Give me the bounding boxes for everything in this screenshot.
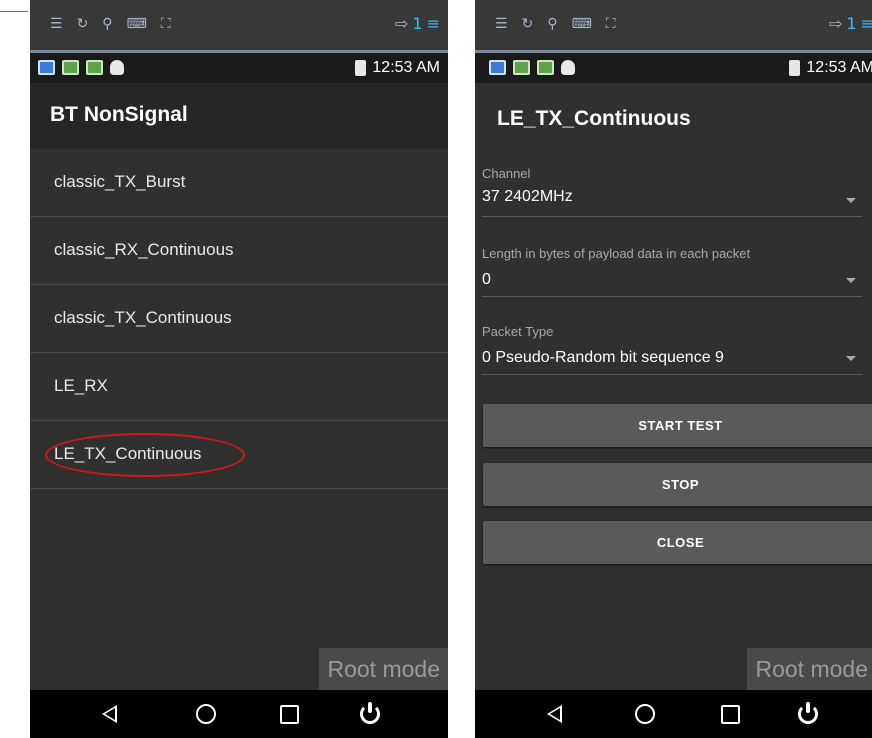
toolbar-right: ⇨ 1 ≡ [829,14,872,34]
screen-gap [448,0,475,738]
sync-icon[interactable]: ↻ [522,14,534,34]
fullscreen-icon[interactable]: ⛶ [606,14,616,34]
chevron-down-icon [846,198,856,203]
list-item-le-tx-continuous[interactable]: LE_TX_Continuous [30,421,448,489]
more-menu-icon[interactable]: ≡ [427,14,440,33]
android-notification-icon [537,60,554,75]
page-title: LE_TX_Continuous [497,107,691,130]
time-text: 12:53 AM [806,59,872,76]
list-item[interactable]: classic_RX_Continuous [30,217,448,285]
cat-notification-icon [110,60,124,75]
status-clock: 12:53 AM [355,58,440,78]
list-item[interactable]: classic_TX_Continuous [30,285,448,353]
packet-type-value: 0 Pseudo-Random bit sequence 9 [482,349,724,366]
sync-icon[interactable]: ↻ [77,14,89,34]
android-notification-icon [62,60,79,75]
android-notification-icon [513,60,530,75]
toolbar-icons: ☰ ↻ ⚲ ⌨ ⛶ [495,14,616,34]
fullscreen-icon[interactable]: ⛶ [161,14,171,34]
power-icon[interactable] [360,702,382,724]
start-test-button[interactable]: START TEST [483,404,872,447]
menu-icon[interactable]: ☰ [495,14,508,34]
export-icon[interactable]: ⇨ [395,14,408,33]
chevron-down-icon [846,278,856,283]
toolbar-icons: ☰ ↻ ⚲ ⌨ ⛶ [50,14,171,34]
test-list: classic_TX_Burst classic_RX_Continuous c… [30,149,448,489]
chevron-down-icon [846,356,856,361]
time-text: 12:53 AM [372,59,440,76]
toolbar-right: ⇨ 1 ≡ [395,14,440,34]
nav-bar [475,690,872,738]
home-icon[interactable] [196,704,216,724]
recents-icon[interactable] [280,705,299,724]
remote-toolbar: ☰ ↻ ⚲ ⌨ ⛶ ⇨ 1 ≡ [475,0,872,50]
field-underline [482,296,862,297]
keyboard-icon[interactable]: ⌨ [127,14,147,34]
packet-type-field[interactable]: Packet Type 0 Pseudo-Random bit sequence… [475,316,872,376]
channel-label: Channel [482,166,531,181]
list-item[interactable]: classic_TX_Burst [30,149,448,217]
stop-button[interactable]: STOP [483,463,872,506]
root-mode-label: Root mode [319,648,448,690]
status-clock: 12:53 AM [789,58,872,78]
back-icon[interactable] [547,705,562,723]
list-item-label: classic_TX_Burst [54,172,186,191]
export-icon[interactable]: ⇨ [829,14,842,33]
status-icons [38,60,124,75]
notif-count: 1 [846,14,857,33]
channel-value: 37 2402MHz [482,188,573,205]
app-titlebar: BT NonSignal [30,83,448,149]
right-phone-screen: ☰ ↻ ⚲ ⌨ ⛶ ⇨ 1 ≡ 12:53 AM LE_TX_Continuous … [475,0,872,738]
home-icon[interactable] [635,704,655,724]
search-icon[interactable]: ⚲ [102,14,112,34]
close-button[interactable]: CLOSE [483,521,872,564]
app-notification-icon [489,60,506,75]
channel-field[interactable]: Channel 37 2402MHz [475,160,872,220]
battery-icon [789,60,801,76]
left-phone-screen: ☰ ↻ ⚲ ⌨ ⛶ ⇨ 1 ≡ 12:53 AM BT NonSignal clas… [30,0,448,738]
remote-toolbar: ☰ ↻ ⚲ ⌨ ⛶ ⇨ 1 ≡ [30,0,448,50]
search-icon[interactable]: ⚲ [547,14,557,34]
android-notification-icon [86,60,103,75]
back-icon[interactable] [102,705,117,723]
packet-type-label: Packet Type [482,324,554,339]
field-underline [482,374,862,375]
list-item-label: LE_RX [54,376,108,395]
payload-length-field[interactable]: Length in bytes of payload data in each … [475,238,872,298]
divider-line [0,11,28,12]
status-icons [489,60,575,75]
status-bar: 12:53 AM [30,53,448,83]
keyboard-icon[interactable]: ⌨ [572,14,592,34]
page-title: BT NonSignal [50,103,188,126]
app-notification-icon [38,60,55,75]
list-item-label: classic_TX_Continuous [54,308,232,327]
notif-count: 1 [412,14,423,33]
field-underline [482,216,862,217]
payload-length-label: Length in bytes of payload data in each … [482,246,751,261]
root-mode-label: Root mode [747,648,872,690]
menu-icon[interactable]: ☰ [50,14,63,34]
list-item[interactable]: LE_RX [30,353,448,421]
more-menu-icon[interactable]: ≡ [861,14,872,33]
list-item-label: LE_TX_Continuous [54,444,202,463]
cat-notification-icon [561,60,575,75]
power-icon[interactable] [798,702,820,724]
payload-length-value: 0 [482,271,491,288]
list-item-label: classic_RX_Continuous [54,240,234,259]
nav-bar [30,690,448,738]
battery-icon [355,60,367,76]
app-titlebar: LE_TX_Continuous [475,83,872,149]
status-bar: 12:53 AM [475,53,872,83]
recents-icon[interactable] [721,705,740,724]
